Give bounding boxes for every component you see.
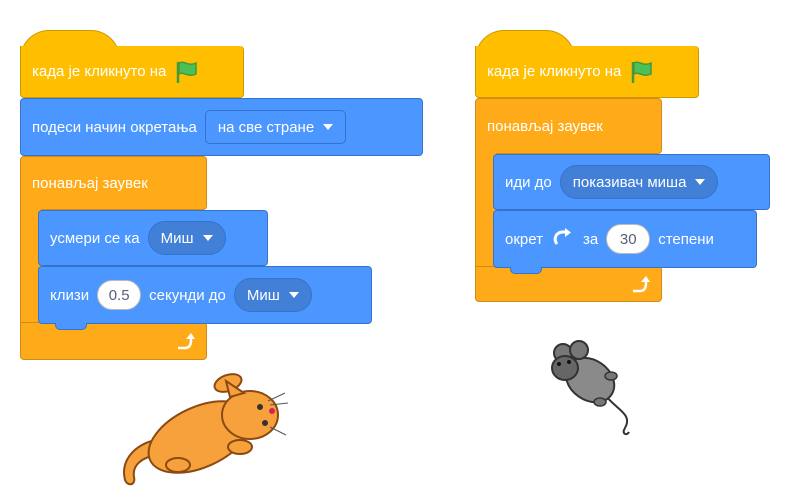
glide-seconds-input[interactable]: 0.5 <box>97 280 142 310</box>
forever-bottom <box>20 322 207 360</box>
repeat-arrow-icon <box>633 276 650 293</box>
turn-mid-label: за <box>582 230 599 248</box>
forever-block[interactable]: понављај заувек <box>20 156 207 210</box>
cat-sprite <box>123 373 289 486</box>
glide-mid-label: секунди до <box>149 286 226 304</box>
rotation-label: подеси начин окретања <box>32 118 197 136</box>
repeat-arrow-icon <box>178 333 195 350</box>
point-target-dropdown[interactable]: Миш <box>147 221 226 255</box>
rotate-right-icon <box>553 228 571 245</box>
when-flag-clicked-block[interactable]: када је кликнуто на <box>20 46 244 98</box>
mouse-sprite <box>551 340 630 436</box>
forever-label: понављај заувек <box>32 174 148 192</box>
forever-label: понављај заувек <box>487 117 603 135</box>
point-target-value: Миш <box>160 229 194 247</box>
turn-label: окрет <box>505 230 543 248</box>
turn-unit-label: степени <box>658 230 714 248</box>
goto-label: иди до <box>505 173 552 191</box>
block-notch <box>510 267 542 274</box>
rotation-style-dropdown[interactable]: на све стране <box>204 110 347 144</box>
goto-target-dropdown[interactable]: показивач миша <box>559 165 719 199</box>
go-to-block[interactable]: иди до показивач миша <box>493 154 770 210</box>
block-notch <box>55 323 87 330</box>
forever-bottom <box>475 266 662 302</box>
point-towards-block[interactable]: усмери се ка Миш <box>38 210 268 266</box>
green-flag-icon <box>632 61 653 83</box>
chevron-down-icon <box>288 292 299 298</box>
chevron-down-icon <box>202 235 213 241</box>
when-flag-label: када је кликнуто на <box>487 63 622 80</box>
chevron-down-icon <box>323 124 334 130</box>
green-flag-icon <box>177 61 198 83</box>
forever-block[interactable]: понављај заувек <box>475 98 662 154</box>
when-flag-clicked-block[interactable]: када је кликнуто на <box>475 46 699 98</box>
glide-label: клизи <box>50 286 90 304</box>
point-label: усмери се ка <box>50 229 140 247</box>
turn-degrees-input[interactable]: 30 <box>606 224 651 254</box>
glide-target-dropdown[interactable]: Миш <box>233 278 312 312</box>
goto-target-value: показивач миша <box>572 173 687 191</box>
when-flag-label: када је кликнуто на <box>32 63 167 80</box>
glide-block[interactable]: клизи 0.5 секунди до Миш <box>38 266 372 324</box>
turn-right-block[interactable]: окрет за 30 степени <box>493 210 757 268</box>
rotation-style-value: на све стране <box>217 118 315 136</box>
set-rotation-style-block[interactable]: подеси начин окретања на све стране <box>20 98 423 156</box>
glide-target-value: Миш <box>246 286 280 304</box>
chevron-down-icon <box>695 179 706 185</box>
